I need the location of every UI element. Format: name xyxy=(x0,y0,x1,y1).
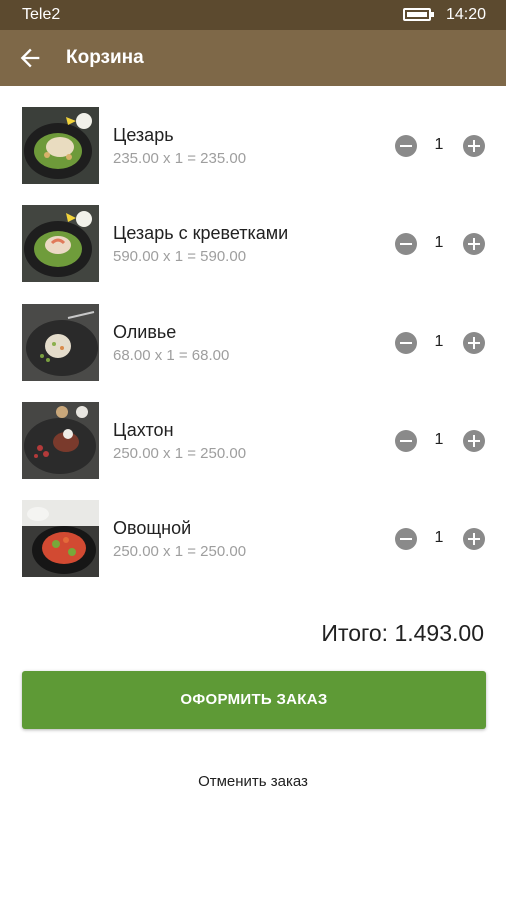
item-name: Цезарь с креветками xyxy=(113,223,289,243)
increase-quantity-button[interactable] xyxy=(463,332,485,354)
clock: 14:20 xyxy=(446,6,487,23)
dish-photo xyxy=(22,500,99,577)
quantity-value: 1 xyxy=(434,431,444,448)
page-title: Корзина xyxy=(66,47,144,68)
decrease-quantity-button[interactable] xyxy=(395,528,417,550)
item-price: 250.00 x 1 = 250.00 xyxy=(113,543,247,560)
decrease-quantity-button[interactable] xyxy=(395,332,417,354)
item-price: 68.00 x 1 = 68.00 xyxy=(113,347,230,364)
status-bar: Tele2 14:20 xyxy=(0,0,506,30)
dish-photo xyxy=(22,205,99,282)
increase-quantity-button[interactable] xyxy=(463,430,485,452)
cart-item: Цахтон 250.00 x 1 = 250.00 1 xyxy=(0,402,506,482)
dish-photo xyxy=(22,402,99,479)
quantity-value: 1 xyxy=(434,333,444,350)
quantity-value: 1 xyxy=(434,529,444,546)
increase-quantity-button[interactable] xyxy=(463,528,485,550)
cart-item: Овощной 250.00 x 1 = 250.00 1 xyxy=(0,500,506,580)
item-price: 250.00 x 1 = 250.00 xyxy=(113,445,247,462)
item-name: Цезарь xyxy=(113,125,174,145)
item-price: 235.00 x 1 = 235.00 xyxy=(113,150,247,167)
decrease-quantity-button[interactable] xyxy=(395,233,417,255)
back-arrow-icon[interactable] xyxy=(16,44,44,72)
quantity-value: 1 xyxy=(434,234,444,251)
increase-quantity-button[interactable] xyxy=(463,233,485,255)
app-bar: Корзина xyxy=(0,30,506,86)
item-price: 590.00 x 1 = 590.00 xyxy=(113,248,247,265)
item-name: Оливье xyxy=(113,322,177,342)
dish-photo xyxy=(22,304,99,381)
decrease-quantity-button[interactable] xyxy=(395,430,417,452)
item-name: Овощной xyxy=(113,518,192,538)
decrease-quantity-button[interactable] xyxy=(395,135,417,157)
cart-item: Цезарь 235.00 x 1 = 235.00 1 xyxy=(0,107,506,187)
quantity-value: 1 xyxy=(434,136,444,153)
cart-item: Цезарь с креветками 590.00 x 1 = 590.00 … xyxy=(0,205,506,285)
cart-item: Оливье 68.00 x 1 = 68.00 1 xyxy=(0,304,506,384)
increase-quantity-button[interactable] xyxy=(463,135,485,157)
carrier-label: Tele2 xyxy=(22,6,61,23)
place-order-button[interactable]: ОФОРМИТЬ ЗАКАЗ xyxy=(22,671,486,729)
order-total: Итого: 1.493.00 xyxy=(321,620,484,646)
item-name: Цахтон xyxy=(113,420,174,440)
dish-photo xyxy=(22,107,99,184)
cancel-order-button[interactable]: Отменить заказ xyxy=(0,773,506,790)
battery-icon xyxy=(403,8,434,21)
